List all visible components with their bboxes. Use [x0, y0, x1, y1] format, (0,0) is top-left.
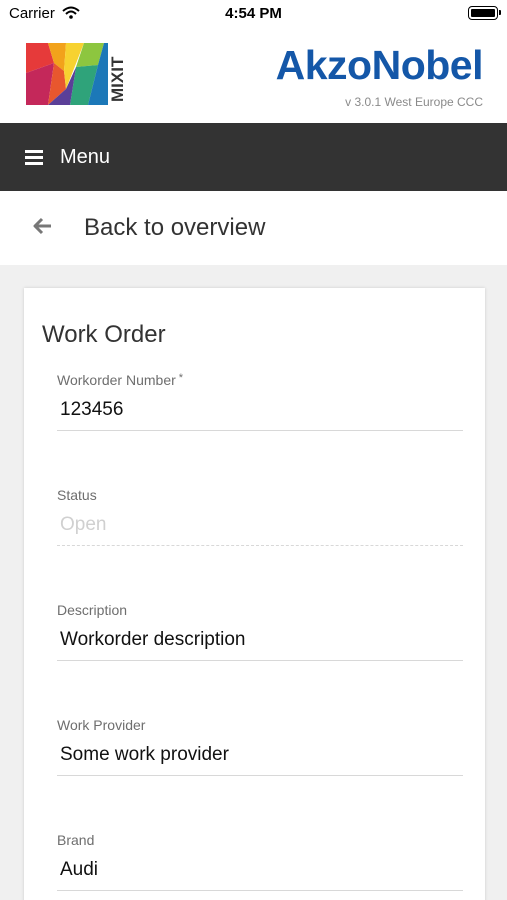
brand-field: Brand Audi — [57, 832, 463, 891]
clock: 4:54 PM — [225, 5, 282, 22]
mixit-wordmark: MIXIT — [109, 56, 127, 102]
workorder-number-input[interactable]: 123456 — [57, 399, 463, 431]
field-label: Workorder Number * — [57, 372, 463, 388]
status-field: Status Open — [57, 487, 463, 546]
status-label: Status — [57, 487, 97, 503]
brand-input[interactable]: Audi — [57, 859, 463, 891]
workorder-number-field: Workorder Number * 123456 — [57, 372, 463, 431]
battery-icon — [468, 6, 501, 20]
app-header: MIXIT AkzoNobel v 3.0.1 West Europe CCC — [0, 26, 507, 123]
hamburger-icon[interactable] — [25, 150, 43, 165]
back-label[interactable]: Back to overview — [84, 214, 265, 242]
work-provider-input[interactable]: Some work provider — [57, 744, 463, 776]
brand-label: Brand — [57, 832, 95, 848]
back-arrow-icon[interactable] — [33, 217, 53, 235]
back-to-overview-link[interactable]: Back to overview — [0, 191, 507, 265]
card-title: Work Order — [42, 321, 166, 348]
workorder-number-label: Workorder Number — [57, 372, 176, 388]
work-provider-field: Work Provider Some work provider — [57, 717, 463, 776]
brand-logo: AkzoNobel — [275, 42, 484, 88]
required-marker: * — [178, 372, 184, 384]
menu-button[interactable]: Menu — [60, 146, 110, 169]
work-order-card: Work Order Workorder Number * 123456 Stat… — [24, 288, 485, 900]
description-field: Description Workorder description — [57, 602, 463, 661]
status-input: Open — [57, 514, 463, 546]
work-provider-label: Work Provider — [57, 717, 146, 733]
description-input[interactable]: Workorder description — [57, 629, 463, 661]
menu-bar[interactable]: Menu — [0, 123, 507, 191]
status-bar: Carrier 4:54 PM — [0, 0, 507, 26]
version-label: v 3.0.1 West Europe CCC — [345, 95, 483, 109]
description-label: Description — [57, 602, 128, 618]
svg-text:MIXIT: MIXIT — [109, 56, 127, 102]
